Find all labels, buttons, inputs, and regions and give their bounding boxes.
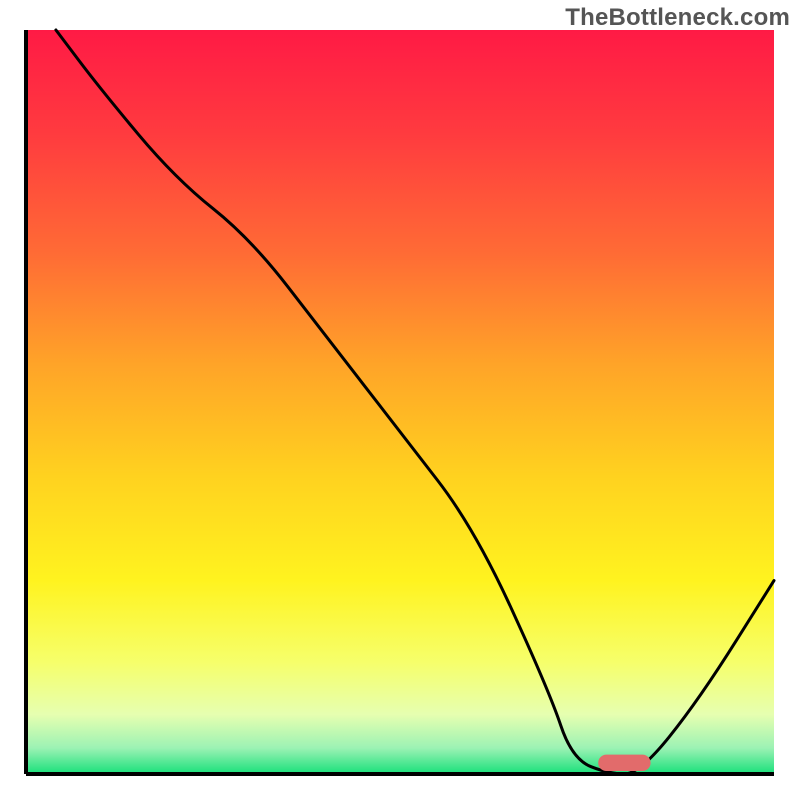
bottleneck-chart bbox=[0, 0, 800, 800]
chart-container: TheBottleneck.com bbox=[0, 0, 800, 800]
watermark-text: TheBottleneck.com bbox=[565, 4, 790, 32]
ideal-zone-marker bbox=[598, 755, 650, 771]
plot-background bbox=[26, 30, 774, 774]
